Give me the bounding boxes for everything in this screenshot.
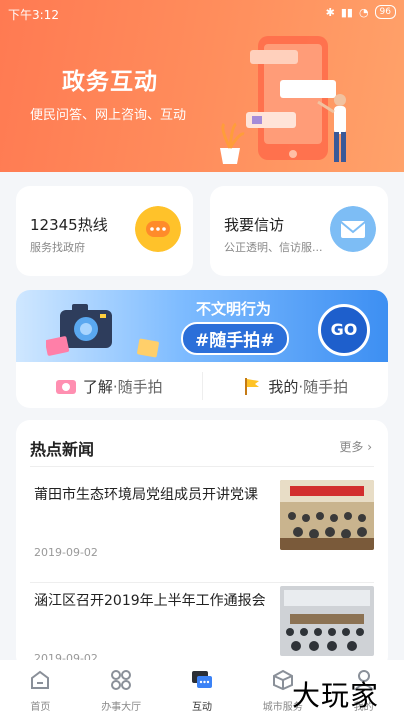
status-bar: 下午3:12 ✱ ▮▮ ◔ 96 [0, 0, 404, 26]
banner-line2: #随手拍# [181, 322, 289, 355]
grid-icon [111, 670, 132, 690]
signal-icon: ▮▮ [340, 5, 353, 19]
phone-chat-illustration [220, 36, 346, 164]
news-item[interactable]: 莆田市生态环境局党组成员开讲党课 2019-09-02 [30, 480, 374, 572]
news-title: 涵江区召开2019年上半年工作通报会 [34, 593, 266, 609]
tab-label: 首页 [30, 702, 51, 713]
petition-subtitle: 公正透明、信访服... [224, 241, 323, 254]
banner-actions: 了解·随手拍 我的·随手拍 [16, 366, 388, 406]
home-icon [31, 670, 50, 689]
news-title: 莆田市生态环境局党组成员开讲党课 [34, 487, 258, 503]
photo-cards-icon [46, 336, 159, 358]
chat-bubble-icon [135, 206, 181, 252]
my-report-button[interactable]: 我的·随手拍 [203, 366, 389, 406]
report-banner[interactable]: 不文明行为 #随手拍# GO [16, 290, 388, 362]
tab-home[interactable]: 首页 [0, 660, 81, 720]
more-label: 更多 [339, 440, 364, 454]
tab-label: 互动 [191, 702, 212, 713]
battery-icon: 96 [374, 5, 396, 19]
bluetooth-icon: ✱ [325, 5, 335, 19]
learn-report-button[interactable]: 了解·随手拍 [16, 366, 202, 406]
hotline-subtitle: 服务找政府 [30, 241, 85, 254]
status-time: 下午3:12 [8, 8, 59, 22]
watermark-text: 大玩家 [292, 679, 380, 712]
tab-label: 办事大厅 [101, 702, 142, 713]
learn-label-strong: 了解 [82, 377, 113, 396]
hot-news-card: 热点新闻 更多 › 莆田市生态环境局党组成员开讲党课 2019-09-02 涵江… [16, 420, 388, 670]
mine-label-rest: ·随手拍 [298, 377, 349, 396]
wifi-icon: ◔ [358, 5, 369, 19]
page-subtitle: 便民问答、网上咨询、互动 [30, 108, 187, 123]
hotline-card[interactable]: 12345热线 服务找政府 [16, 186, 193, 276]
go-button[interactable]: GO [318, 304, 370, 356]
banner-line1: 不文明行为 [196, 300, 272, 318]
petition-card[interactable]: 我要信访 公正透明、信访服... [210, 186, 388, 276]
divider [30, 582, 374, 583]
chat-icon [191, 671, 212, 688]
hotline-title: 12345热线 [30, 216, 108, 234]
camera-small-icon [55, 380, 76, 394]
header-banner: 下午3:12 ✱ ▮▮ ◔ 96 政务互动 便民问答、网上咨询、互动 [0, 0, 404, 172]
page-title: 政务互动 [62, 69, 158, 95]
flag-icon [245, 378, 260, 395]
news-thumbnail [280, 586, 374, 656]
news-thumbnail [280, 480, 374, 550]
tab-interaction[interactable]: 互动 [162, 660, 243, 720]
petition-title: 我要信访 [224, 216, 285, 234]
news-date: 2019-09-02 [34, 546, 98, 559]
learn-label-rest: ·随手拍 [112, 377, 163, 396]
chevron-right-icon: › [367, 440, 372, 454]
mine-label-strong: 我的 [268, 377, 299, 396]
divider [30, 466, 374, 467]
news-heading: 热点新闻 [30, 440, 95, 459]
status-icons: ✱ ▮▮ ◔ 96 [326, 5, 396, 19]
report-banner-card: 不文明行为 #随手拍# GO 了解·随手拍 我的·随手拍 [16, 290, 388, 408]
envelope-icon [330, 206, 376, 252]
tab-service-hall[interactable]: 办事大厅 [81, 660, 162, 720]
news-more-link[interactable]: 更多 › [339, 438, 372, 455]
